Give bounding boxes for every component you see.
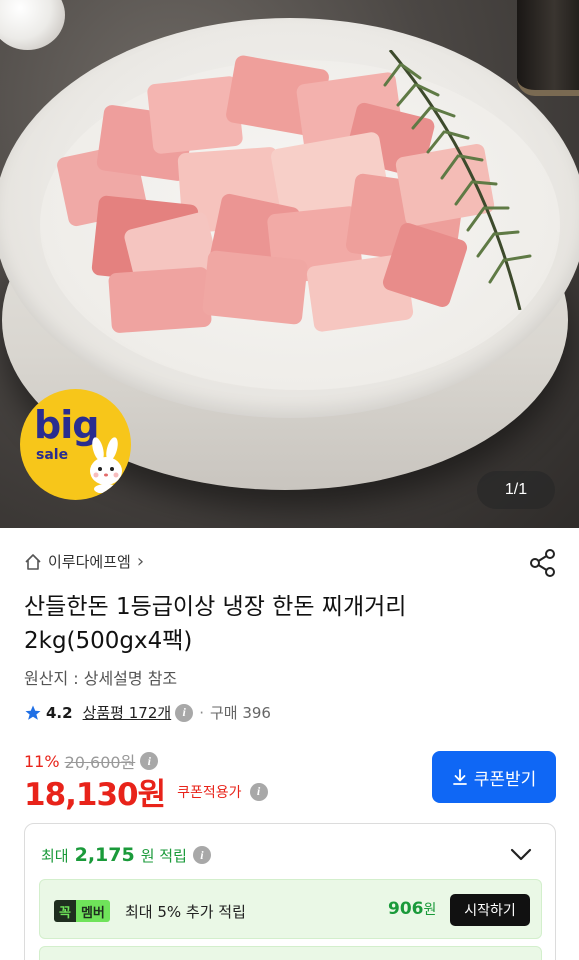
coupon-info-icon[interactable]: i (249, 782, 268, 801)
seller-link[interactable]: 이루다에프엠 › (24, 551, 144, 572)
chevron-right-icon: › (136, 551, 145, 572)
seller-name: 이루다에프엠 (48, 553, 131, 571)
price-row: 18,130원 쿠폰적용가 i (24, 769, 268, 814)
cotton-decoration (0, 0, 65, 50)
member-benefit-text: 최대 5% 추가 적립 (125, 903, 246, 921)
big-sale-badge: big sale (20, 389, 131, 500)
coupon-price-label: 쿠폰적용가 (177, 784, 242, 801)
star-icon (25, 705, 41, 720)
start-membership-button[interactable]: 시작하기 (450, 894, 530, 926)
reviews-link[interactable]: 상품평 172개 (83, 702, 172, 723)
chevron-down-icon[interactable] (509, 846, 533, 862)
rosemary-garnish (383, 50, 532, 310)
discount-percent: 11% (24, 751, 60, 771)
purchase-count: 구매 396 (209, 704, 271, 722)
home-icon (25, 553, 41, 570)
info-icon[interactable]: i (175, 703, 194, 722)
member-badge: 꼭 멤버 (54, 900, 110, 922)
points-card: 최대 2,175 원 적립 i 꼭 멤버 최대 5% 추가 적립 906원 시작… (24, 823, 556, 960)
price-info-icon[interactable]: i (140, 752, 159, 770)
points-amount: 2,175 (74, 844, 135, 866)
coupon-download-button[interactable]: 쿠폰받기 (432, 751, 556, 803)
member-badge-b: 멤버 (75, 900, 110, 922)
badge-sale-text: sale (36, 447, 69, 463)
points-unit: 원 적립 (140, 846, 187, 865)
membership-promo: 꼭 멤버 최대 5% 추가 적립 906원 시작하기 (39, 879, 542, 939)
points-prefix: 최대 (41, 846, 69, 865)
rating-score: 4.2 (46, 703, 73, 722)
member-badge-a: 꼭 (54, 900, 76, 922)
rating-row: 4.2 상품평 172개 i · 구매 396 (24, 702, 271, 723)
separator-dot: · (199, 703, 204, 722)
member-bonus-unit: 원 (423, 902, 437, 918)
final-price: 18,130원 (24, 777, 166, 813)
image-counter: 1/1 (477, 471, 555, 509)
share-icon[interactable] (528, 548, 558, 578)
download-icon (452, 769, 467, 785)
next-promo-box (39, 946, 542, 960)
member-bonus-value: 906 (388, 899, 424, 919)
coupon-button-label: 쿠폰받기 (473, 769, 537, 790)
product-title: 산들한돈 1등급이상 냉장 한돈 찌개거리 2kg(500gx4팩) (24, 594, 407, 654)
points-info-icon[interactable]: i (192, 846, 211, 864)
product-image[interactable]: big sale 1/1 (0, 0, 579, 528)
member-bonus-amount: 906원 (388, 899, 436, 919)
points-summary[interactable]: 최대 2,175 원 적립 i (41, 844, 211, 866)
origin-info: 원산지 : 상세설명 참조 (24, 669, 178, 688)
bunny-icon (90, 437, 122, 493)
